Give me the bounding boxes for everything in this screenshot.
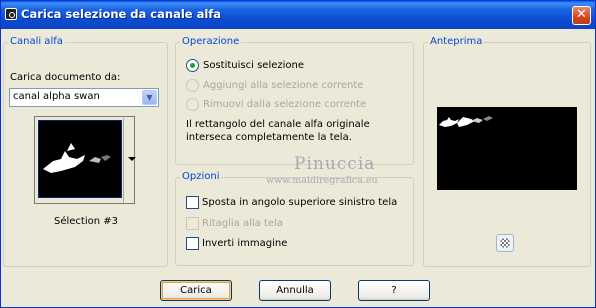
watermark-name: Pinuccia [294,154,376,174]
checkbox-ritaglia[interactable] [186,217,199,230]
selection-thumbnail[interactable] [38,120,122,198]
dropdown-arrow-icon [128,157,136,161]
radio-label-sostituisci[interactable]: Sostituisci selezione [203,60,304,71]
dialog-window: Carica selezione da canale alfa ✕ Canali… [0,0,596,308]
group-legend: Canali alfa [8,36,65,47]
group-legend: Anteprima [428,36,485,47]
swan-silhouette-thumbnail [43,143,111,173]
title-bar[interactable]: Carica selezione da canale alfa ✕ [1,1,595,29]
radio-rimuovi[interactable] [186,98,199,111]
chevron-down-icon[interactable]: ▼ [142,90,157,105]
radio-label-rimuovi[interactable]: Rimuovi dalla selezione corrente [203,99,366,110]
close-button[interactable]: ✕ [572,6,591,25]
group-legend: Opzioni [180,171,222,182]
radio-selected-dot [190,63,195,68]
cancel-button[interactable]: Annulla [259,280,331,301]
info-text-line1: Il rettangolo del canale alfa originale [186,119,370,130]
selection-caption: Sélection #3 [54,216,119,227]
radio-label-aggiungi[interactable]: Aggiungi alla selezione corrente [203,80,363,91]
thumbnail-dropdown-button[interactable] [123,118,136,203]
selection-thumbnail-picker[interactable] [34,116,136,204]
swan-preview-image [439,116,493,127]
document-select[interactable]: canal alpha swan ▼ [9,88,159,107]
app-icon [5,8,17,20]
checkbox-label-inverti[interactable]: Inverti immagine [202,238,287,249]
load-button[interactable]: Carica [160,280,232,301]
radio-sostituisci[interactable] [186,59,199,72]
document-select-value: canal alpha swan [13,91,100,102]
checkbox-label-ritaglia[interactable]: Ritaglia alla tela [202,218,283,229]
close-icon: ✕ [576,7,587,22]
help-button[interactable]: ? [358,280,430,301]
preview-canvas [437,107,577,190]
checkbox-sposta[interactable] [186,196,199,209]
radio-aggiungi[interactable] [186,79,199,92]
checkbox-inverti[interactable] [186,237,199,250]
zoom-checker-icon[interactable] [496,234,514,252]
group-legend: Operazione [180,36,242,47]
info-text-line2: interseca completamente la tela. [186,132,352,143]
window-title: Carica selezione da canale alfa [21,7,222,21]
checker-pattern [500,238,510,248]
checkbox-label-sposta[interactable]: Sposta in angolo superiore sinistro tela [202,197,397,208]
document-source-label: Carica documento da: [10,72,121,83]
